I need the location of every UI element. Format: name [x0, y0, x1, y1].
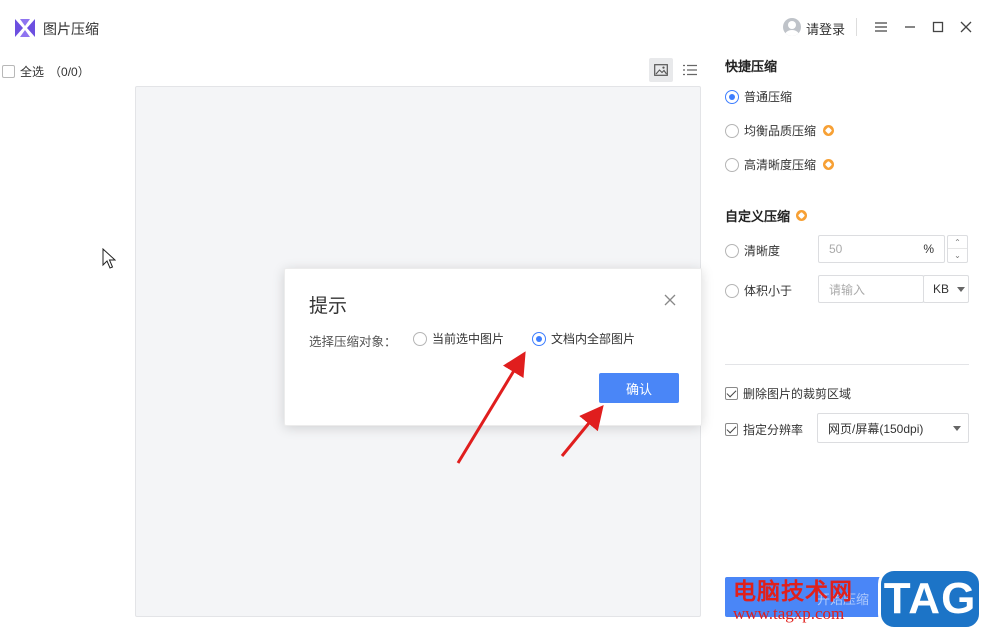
close-button[interactable]: [956, 17, 976, 37]
minimize-button[interactable]: [900, 17, 920, 37]
select-all-box[interactable]: [2, 65, 15, 78]
prompt-dialog: 提示 选择压缩对象： 当前选中图片 文档内全部图片 确认: [284, 268, 702, 426]
menu-button[interactable]: [871, 17, 891, 37]
size-limit-label: 体积小于: [744, 284, 793, 298]
watermark-tag-logo: TAG: [878, 568, 982, 630]
panel-divider: [725, 364, 969, 365]
crop-area-label: 删除图片的裁剪区域: [743, 387, 852, 401]
stepper-down-icon[interactable]: ⌄: [948, 249, 967, 262]
radio-button[interactable]: [413, 331, 427, 346]
radio-label: 均衡品质压缩: [744, 124, 817, 138]
maximize-icon: [932, 21, 944, 33]
clarity-unit: %: [923, 242, 934, 256]
chevron-down-icon: [953, 426, 961, 431]
thumbnail-view-button[interactable]: [649, 58, 673, 82]
app-logo-icon: [15, 19, 35, 37]
radio-button[interactable]: [725, 123, 739, 138]
radio-button[interactable]: [725, 243, 739, 258]
crop-area-checkbox[interactable]: 删除图片的裁剪区域: [725, 385, 851, 402]
radio-clarity[interactable]: 清晰度: [725, 242, 780, 259]
select-count: （0/0）: [49, 65, 90, 79]
dialog-title: 提示: [309, 296, 348, 317]
dpi-checkbox[interactable]: 指定分辨率: [725, 421, 803, 438]
radio-label: 高清晰度压缩: [744, 158, 817, 172]
custom-compress-label: 自定义压缩: [725, 209, 791, 224]
size-unit-value: KB: [933, 282, 950, 296]
minimize-icon: [905, 26, 915, 28]
select-all-label: 全选: [20, 65, 45, 79]
vip-badge-icon: [823, 125, 835, 136]
vip-badge-icon: [796, 210, 808, 221]
dpi-value: 网页/屏幕(150dpi): [828, 421, 924, 436]
radio-button[interactable]: [725, 89, 739, 104]
radio-button[interactable]: [532, 331, 546, 346]
vip-badge-icon: [823, 159, 835, 170]
radio-current-image[interactable]: 当前选中图片: [413, 330, 504, 347]
user-avatar-icon[interactable]: [783, 18, 801, 36]
app-window: 图片压缩 请登录 全选 （0/0） 快捷压缩 普通压缩 均衡品质压缩 高清晰度压…: [0, 0, 986, 634]
title-divider: [856, 18, 857, 36]
radio-balanced-compress[interactable]: 均衡品质压缩: [725, 122, 835, 139]
radio-label: 普通压缩: [744, 90, 793, 104]
size-limit-placeholder: 请输入: [829, 282, 866, 297]
dialog-prompt: 选择压缩对象：: [309, 335, 397, 349]
title-bar: 图片压缩 请登录: [0, 0, 986, 54]
checkbox[interactable]: [725, 387, 738, 400]
login-link[interactable]: 请登录: [806, 19, 845, 38]
confirm-button[interactable]: 确认: [599, 373, 679, 403]
clarity-label: 清晰度: [744, 244, 781, 258]
size-unit-select[interactable]: KB: [923, 275, 969, 303]
app-title: 图片压缩: [43, 21, 99, 37]
dpi-label: 指定分辨率: [743, 423, 804, 437]
radio-label: 文档内全部图片: [551, 332, 636, 346]
radio-normal-compress[interactable]: 普通压缩: [725, 88, 792, 105]
radio-button[interactable]: [725, 283, 739, 298]
radio-hd-compress[interactable]: 高清晰度压缩: [725, 156, 835, 173]
close-icon[interactable]: [663, 293, 677, 307]
clarity-value: 50: [829, 242, 843, 256]
maximize-button[interactable]: [928, 17, 948, 37]
radio-label: 当前选中图片: [432, 332, 505, 346]
custom-compress-title: 自定义压缩: [725, 206, 808, 225]
list-icon: [683, 64, 697, 76]
watermark-text: 电脑技术网: [733, 578, 853, 604]
clarity-input[interactable]: 50 %: [818, 235, 945, 263]
hamburger-icon: [875, 22, 887, 32]
dpi-select[interactable]: 网页/屏幕(150dpi): [817, 413, 969, 443]
checkbox[interactable]: [725, 423, 738, 436]
chevron-down-icon: [957, 287, 965, 292]
list-view-button[interactable]: [678, 58, 702, 82]
radio-all-images[interactable]: 文档内全部图片: [532, 330, 635, 347]
radio-button[interactable]: [725, 157, 739, 172]
image-icon: [654, 64, 668, 76]
select-all-checkbox[interactable]: 全选 （0/0）: [2, 63, 90, 80]
close-icon: [960, 21, 972, 33]
quick-compress-title: 快捷压缩: [725, 59, 778, 74]
radio-size-limit[interactable]: 体积小于: [725, 282, 792, 299]
watermark-url: www.tagxp.com: [733, 604, 845, 623]
mouse-cursor-icon: [102, 248, 116, 269]
clarity-stepper[interactable]: ⌃ ⌄: [947, 235, 968, 263]
size-limit-input[interactable]: 请输入: [818, 275, 924, 303]
stepper-up-icon[interactable]: ⌃: [948, 236, 967, 249]
